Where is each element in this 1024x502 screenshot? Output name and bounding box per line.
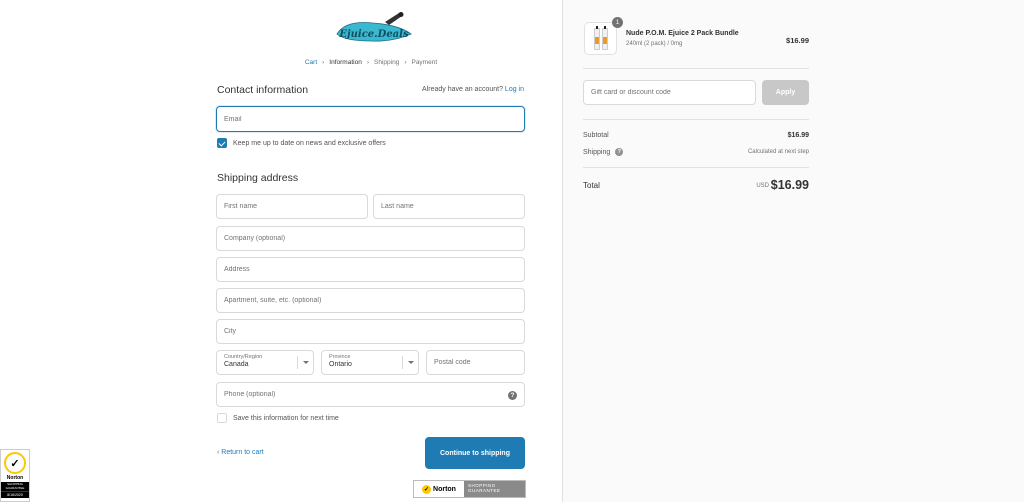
total-amount: $16.99 xyxy=(770,178,809,192)
discount-code-input[interactable] xyxy=(584,81,755,104)
last-name-field[interactable] xyxy=(373,194,525,219)
province-label: Province xyxy=(329,354,351,360)
company-field[interactable] xyxy=(216,226,525,251)
divider xyxy=(583,68,809,69)
breadcrumb-cart[interactable]: Cart xyxy=(305,59,317,66)
subtotal-value: $16.99 xyxy=(787,132,809,139)
newsletter-checkbox[interactable] xyxy=(217,138,227,148)
phone-field[interactable]: ? xyxy=(216,382,525,407)
postal-code-field[interactable] xyxy=(426,350,525,375)
subtotal-label: Subtotal xyxy=(583,132,609,139)
contact-title: Contact information xyxy=(217,84,309,96)
province-value: Ontario xyxy=(329,361,352,368)
breadcrumb-shipping: Shipping xyxy=(374,59,400,66)
norton-seal-brand: Norton xyxy=(6,475,24,481)
product-name: Nude P.O.M. Ejuice 2 Pack Bundle xyxy=(626,30,739,37)
phone-input[interactable] xyxy=(217,383,524,406)
ejuice-deals-logo[interactable]: Ejuice.Deals xyxy=(333,12,415,44)
norton-seal-band: SHOPPING GUARANTEE xyxy=(1,482,29,492)
help-icon[interactable]: ? xyxy=(508,391,517,400)
apply-button[interactable]: Apply xyxy=(762,80,809,105)
quantity-badge: 1 xyxy=(612,17,623,28)
discount-code-field[interactable] xyxy=(583,80,756,105)
breadcrumb-payment: Payment xyxy=(411,59,438,66)
login-link[interactable]: Log in xyxy=(505,86,524,93)
check-icon: ✓ xyxy=(4,452,26,474)
norton-logo: ✓ Norton xyxy=(422,484,456,494)
total-currency: USD xyxy=(756,183,769,189)
shipping-value: Calculated at next step xyxy=(747,149,809,155)
country-label: Country/Region xyxy=(224,354,263,360)
address-field[interactable] xyxy=(216,257,525,282)
apartment-field[interactable] xyxy=(216,288,525,313)
svg-text:Ejuice.Deals: Ejuice.Deals xyxy=(338,29,409,40)
chevron-down-icon xyxy=(297,356,313,369)
bottle-image xyxy=(601,25,608,50)
account-prompt: Already have an account? Log in xyxy=(422,86,524,93)
order-summary xyxy=(562,0,1024,502)
apartment-input[interactable] xyxy=(217,289,524,312)
province-select[interactable]: Province Ontario xyxy=(321,350,419,375)
address-input[interactable] xyxy=(217,258,524,281)
return-to-cart-link[interactable]: ‹ Return to cart xyxy=(217,449,264,456)
total-label: Total xyxy=(583,181,600,190)
help-icon[interactable]: ? xyxy=(615,148,624,156)
divider xyxy=(583,167,809,168)
country-value: Canada xyxy=(224,361,249,368)
city-input[interactable] xyxy=(217,320,524,343)
newsletter-row[interactable]: Keep me up to date on news and exclusive… xyxy=(217,138,386,148)
chevron-right-icon: › xyxy=(366,59,369,66)
first-name-field[interactable] xyxy=(216,194,368,219)
country-select[interactable]: Country/Region Canada xyxy=(216,350,314,375)
shipping-label-row: Shipping? xyxy=(583,148,624,156)
save-info-checkbox[interactable] xyxy=(217,413,227,423)
check-icon: ✓ xyxy=(422,484,432,494)
city-field[interactable] xyxy=(216,319,525,344)
norton-seal-date: 8/16/2020 xyxy=(1,491,29,499)
newsletter-label: Keep me up to date on news and exclusive… xyxy=(233,139,386,147)
email-input[interactable] xyxy=(217,107,524,131)
checkout-main: Ejuice.Deals Cart › Information › Shipping › P… xyxy=(0,0,562,502)
chevron-down-icon xyxy=(402,356,418,369)
save-info-label: Save this information for next time xyxy=(233,414,339,422)
norton-guarantee-badge[interactable]: ✓ Norton SHOPPING GUARANTEE xyxy=(413,480,526,498)
chevron-right-icon: › xyxy=(322,59,325,66)
norton-guarantee-graphic: SHOPPING GUARANTEE xyxy=(464,481,525,497)
company-input[interactable] xyxy=(217,227,524,250)
product-thumbnail xyxy=(584,22,617,55)
divider xyxy=(583,119,809,120)
chevron-right-icon: › xyxy=(404,59,407,66)
account-prompt-text: Already have an account? xyxy=(422,86,503,93)
norton-shopping-seal[interactable]: ✓ Norton SHOPPING GUARANTEE 8/16/2020 xyxy=(0,449,30,502)
shipping-label: Shipping xyxy=(583,148,611,156)
first-name-input[interactable] xyxy=(217,195,367,218)
breadcrumb-information: Information xyxy=(329,59,362,66)
bottle-image xyxy=(593,25,600,50)
email-field[interactable] xyxy=(216,106,525,132)
product-variant: 240ml (2 pack) / 0mg xyxy=(626,41,683,47)
shipping-title: Shipping address xyxy=(217,172,299,184)
postal-code-input[interactable] xyxy=(427,351,524,374)
product-price: $16.99 xyxy=(786,36,809,45)
save-info-row[interactable]: Save this information for next time xyxy=(217,413,339,423)
last-name-input[interactable] xyxy=(374,195,524,218)
continue-to-shipping-button[interactable]: Continue to shipping xyxy=(425,437,525,469)
